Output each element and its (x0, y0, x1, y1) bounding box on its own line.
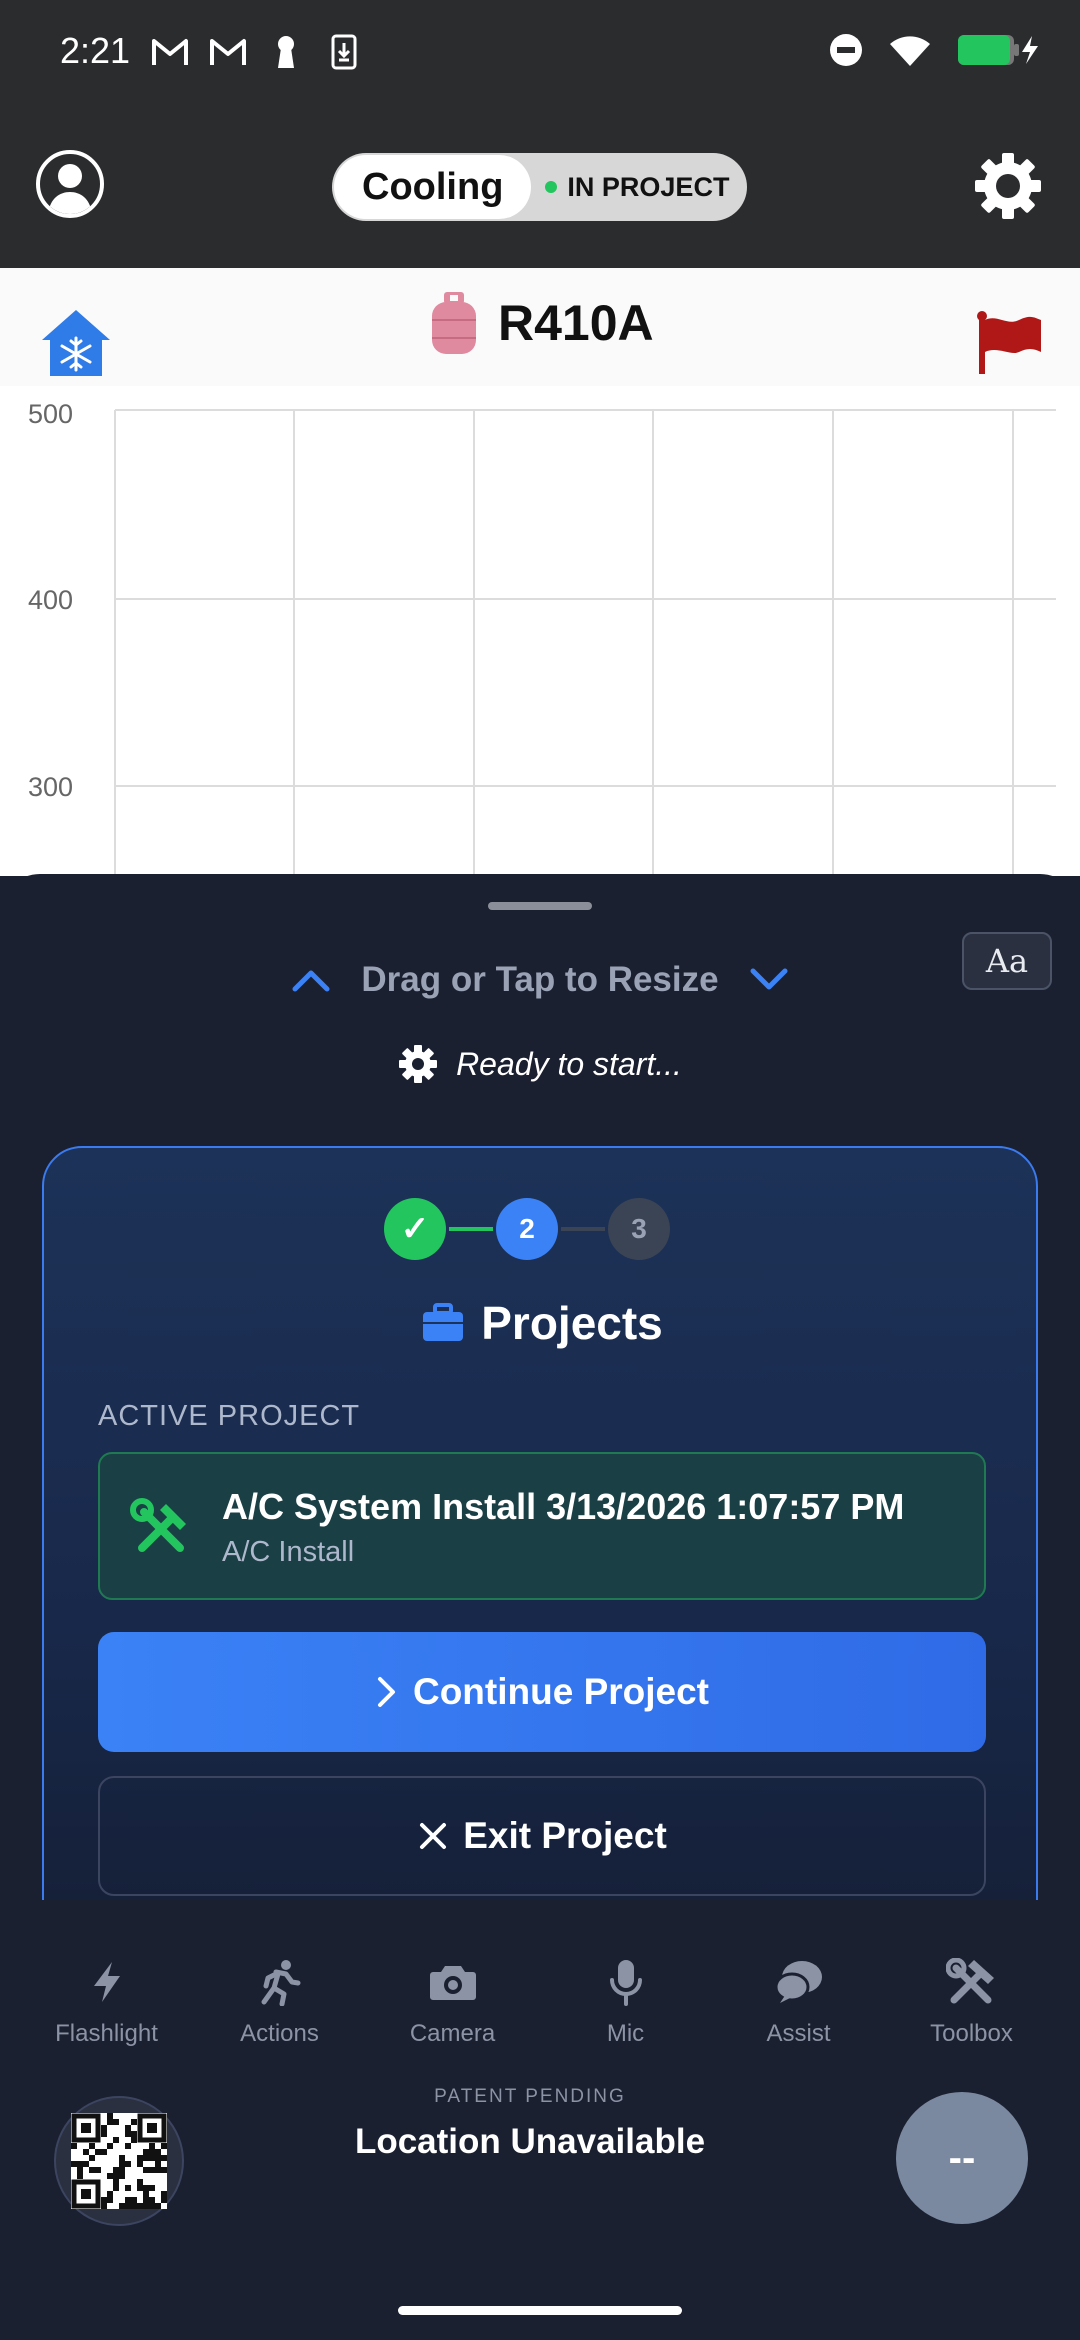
nav-label: Actions (240, 2020, 319, 2047)
continue-project-label: Continue Project (412, 1671, 710, 1712)
refrigerant-tank-icon (430, 290, 478, 356)
battery-charging-icon (956, 32, 1040, 73)
step-2-active: 2 (496, 1198, 558, 1260)
active-project-item[interactable]: A/C System Install 3/13/2026 1:07:57 PM … (98, 1452, 986, 1600)
nav-label: Assist (766, 2020, 831, 2047)
chat-bubbles-icon (771, 1954, 827, 2010)
nav-flashlight[interactable]: Flashlight (20, 1954, 193, 2048)
y-tick-label: 500 (28, 399, 74, 429)
flashlight-icon (79, 1954, 135, 2010)
ready-status: Ready to start... (0, 1044, 1080, 1084)
y-tick-label: 300 (28, 772, 74, 802)
profile-avatar-button[interactable] (36, 150, 104, 218)
y-tick-label: 400 (28, 585, 74, 615)
step-connector (561, 1227, 605, 1231)
qr-code-button[interactable] (54, 2096, 184, 2226)
step-3-pending: 3 (608, 1198, 670, 1260)
refrigerant-label: R410A (498, 295, 654, 351)
gear-icon (975, 153, 1041, 219)
nav-camera[interactable]: Camera (366, 1954, 539, 2048)
continue-project-button[interactable]: Continue Project (98, 1632, 986, 1752)
project-status: IN PROJECT (545, 172, 729, 203)
wifi-icon (888, 32, 932, 73)
home-indicator[interactable] (398, 2306, 682, 2315)
flag-icon (977, 311, 1041, 374)
resize-label: Drag or Tap to Resize (361, 960, 719, 999)
notification-icons (150, 32, 364, 72)
status-time: 2:21 (60, 30, 131, 71)
nav-label: Camera (409, 2020, 496, 2047)
gear-icon (399, 1045, 438, 1083)
download-phone-icon (324, 32, 364, 72)
chevron-up-icon[interactable] (291, 967, 331, 993)
gmail-icon (150, 32, 190, 72)
nav-assist[interactable]: Assist (712, 1954, 885, 2048)
refrigerant-bar: R410A (0, 268, 1080, 386)
cooling-house-icon[interactable] (40, 308, 112, 378)
keyhole-icon (266, 32, 306, 72)
camera-icon (425, 1954, 481, 2010)
system-icons (828, 32, 1040, 73)
nav-items: Flashlight Actions Camera Mic Assist Too… (0, 1954, 1080, 2048)
step-indicator: ✓ 2 3 (384, 1198, 670, 1260)
card-title: Projects (44, 1296, 1040, 1350)
nav-mic[interactable]: Mic (539, 1954, 712, 2048)
user-icon (48, 164, 92, 214)
resize-control[interactable]: Drag or Tap to Resize (0, 960, 1080, 1000)
nav-label: Toolbox (930, 2020, 1013, 2047)
tools-icon (944, 1954, 1000, 2010)
nav-label: Flashlight (55, 2020, 158, 2047)
gmail-icon (208, 32, 248, 72)
nav-toolbox[interactable]: Toolbox (885, 1954, 1058, 2048)
refrigerant-selector[interactable]: R410A (430, 290, 654, 356)
projects-card: ✓ 2 3 Projects ACTIVE PROJECT A/C System… (42, 1146, 1038, 1900)
status-bar: 2:21 (0, 0, 1080, 110)
active-project-label: ACTIVE PROJECT (98, 1400, 361, 1432)
ready-text: Ready to start... (456, 1045, 682, 1082)
tools-icon (130, 1498, 186, 1552)
step-connector (449, 1227, 493, 1231)
project-name: A/C System Install 3/13/2026 1:07:57 PM (222, 1486, 905, 1527)
project-type: A/C Install (222, 1536, 355, 1568)
chart-grid (114, 409, 1056, 876)
running-person-icon (252, 1954, 308, 2010)
status-dot-icon (545, 181, 558, 193)
card-title-text: Projects (481, 1297, 663, 1349)
bottom-sheet: Aa Drag or Tap to Resize Ready to start.… (0, 874, 1080, 1900)
settings-button[interactable] (972, 150, 1044, 222)
bottom-nav: Flashlight Actions Camera Mic Assist Too… (0, 1900, 1080, 2340)
status-round-button[interactable]: -- (896, 2092, 1028, 2224)
nav-actions[interactable]: Actions (193, 1954, 366, 2048)
sheet-grabber[interactable] (488, 902, 592, 910)
project-status-label: IN PROJECT (567, 171, 730, 202)
do-not-disturb-icon (828, 32, 864, 73)
chevron-right-icon (377, 1677, 395, 1707)
exit-project-label: Exit Project (463, 1815, 667, 1856)
briefcase-icon (423, 1303, 464, 1341)
pressure-chart: 500 400 300 (0, 386, 1080, 876)
close-icon (420, 1823, 447, 1849)
mode-label: Cooling (334, 155, 532, 219)
patent-text: PATENT PENDING (434, 2086, 626, 2107)
mic-icon (598, 1954, 654, 2010)
app-header: Cooling IN PROJECT (0, 110, 1080, 268)
chevron-down-icon[interactable] (749, 967, 789, 993)
nav-label: Mic (606, 2020, 645, 2047)
exit-project-button[interactable]: Exit Project (98, 1776, 986, 1896)
step-1-complete: ✓ (384, 1198, 446, 1260)
mode-toggle[interactable]: Cooling IN PROJECT (332, 153, 747, 221)
qr-code-icon (71, 2113, 167, 2209)
flag-button[interactable] (976, 310, 1042, 374)
